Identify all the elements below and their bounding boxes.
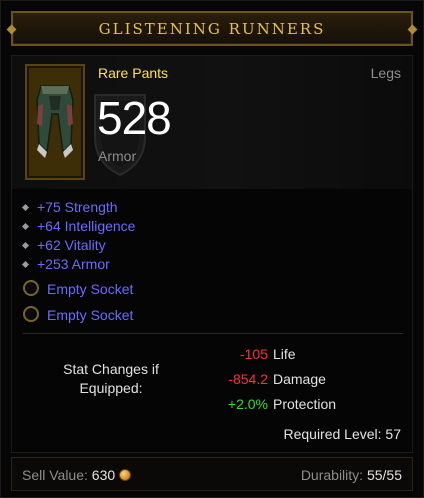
- stat-list: +75 Strength +64 Intelligence +62 Vitali…: [21, 198, 136, 274]
- sell-value-amount: 630: [91, 467, 116, 483]
- socket-icon: [23, 306, 39, 322]
- stat-changes-label: Stat Changes if Equipped:: [63, 361, 159, 396]
- empty-socket: Empty Socket: [23, 279, 133, 299]
- divider: [23, 333, 403, 334]
- required-level: Required Level: 57: [283, 426, 401, 442]
- stat-change-value: +2.0%: [227, 396, 268, 412]
- durability-label: Durability:: [300, 467, 364, 483]
- empty-socket: Empty Socket: [23, 305, 133, 325]
- stat-change-name: Life: [273, 346, 296, 362]
- socket-icon: [23, 280, 39, 296]
- stat-text: +64 Intelligence: [37, 218, 136, 234]
- stat-line: +75 Strength: [21, 198, 135, 217]
- stat-line: +62 Vitality: [21, 236, 135, 255]
- item-icon-slot: [25, 64, 85, 180]
- bullet-icon: [21, 241, 30, 250]
- socket-label: Empty Socket: [47, 307, 134, 323]
- socket-label: Empty Socket: [47, 281, 134, 297]
- pants-icon: [36, 85, 74, 158]
- armor-label: Armor: [98, 148, 137, 164]
- stat-line: +64 Intelligence: [21, 217, 136, 236]
- sell-value: Sell Value: 630: [22, 467, 132, 483]
- bullet-icon: [21, 260, 30, 269]
- bullet-icon: [21, 203, 30, 212]
- item-name: GLISTENING RUNNERS: [98, 20, 326, 38]
- stat-text: +253 Armor: [37, 256, 110, 272]
- stat-change-name: Protection: [273, 396, 337, 412]
- stat-change-row: -854.2 Damage: [196, 369, 376, 389]
- stat-change-row: -105 Life: [196, 344, 376, 364]
- stat-change-value: -105: [239, 346, 268, 362]
- stat-text: +75 Strength: [37, 199, 118, 215]
- item-slot: Legs: [370, 65, 401, 81]
- stat-change-name: Damage: [273, 371, 326, 387]
- armor-value: 528: [97, 92, 172, 144]
- durability: Durability: 55/55: [301, 467, 402, 483]
- item-rarity-type: Rare Pants: [98, 65, 169, 81]
- stat-line: +253 Armor: [21, 255, 135, 274]
- item-tooltip: GLISTENING RUNNERS Rare Pants Legs 528 A…: [0, 0, 424, 498]
- gold-coin-icon: [119, 469, 132, 481]
- stat-change-row: +2.0% Protection: [196, 394, 376, 414]
- bullet-icon: [21, 222, 30, 231]
- durability-value: 55/55: [366, 467, 402, 483]
- stat-change-value: -854.2: [228, 371, 268, 387]
- item-name-header: GLISTENING RUNNERS: [11, 11, 413, 46]
- stat-text: +62 Vitality: [37, 237, 106, 253]
- item-footer: Sell Value: 630 Durability: 55/55: [11, 457, 413, 491]
- sell-value-label: Sell Value:: [22, 467, 88, 483]
